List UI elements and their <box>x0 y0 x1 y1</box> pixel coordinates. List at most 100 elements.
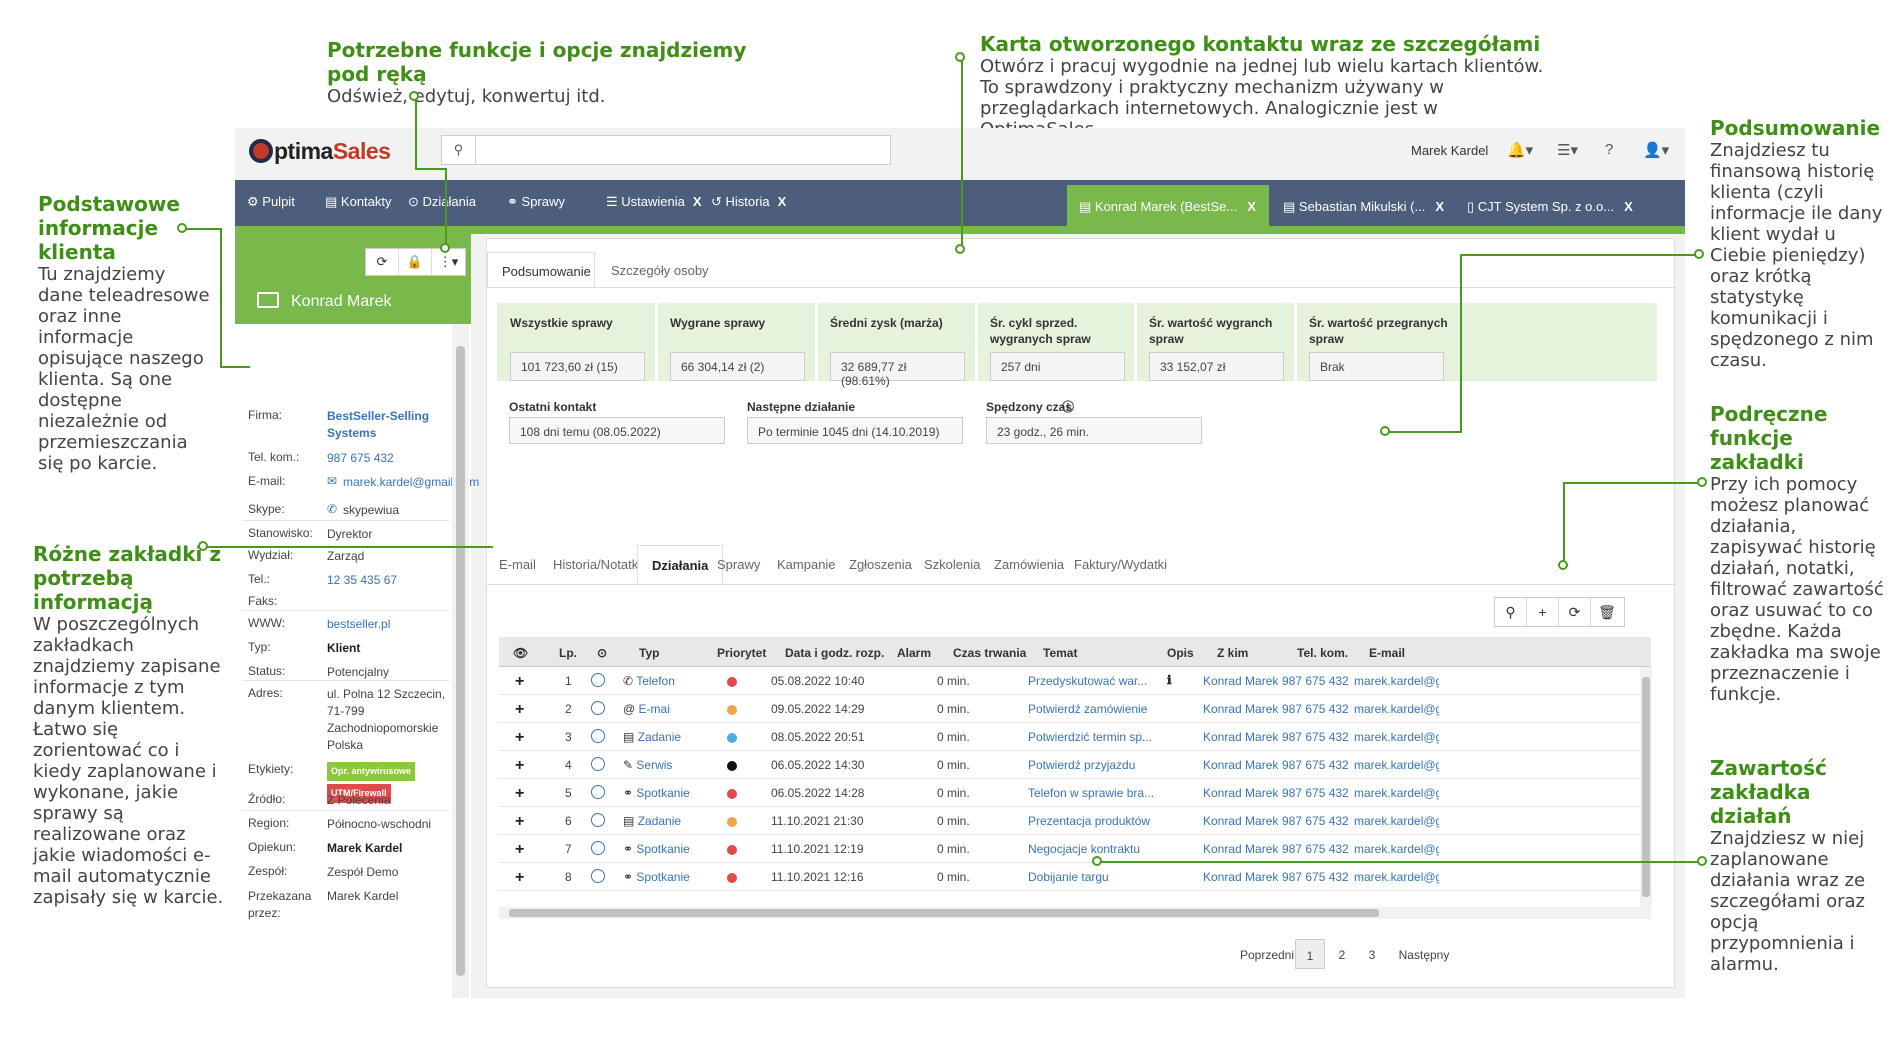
col-email[interactable]: E-mail <box>1369 646 1405 660</box>
table-row[interactable]: + 5 ⚭ Spotkanie 06.05.2022 14:28 0 min. … <box>499 779 1639 807</box>
col-temat[interactable]: Temat <box>1043 646 1077 660</box>
col-z-kim[interactable]: Z kim <box>1217 646 1248 660</box>
table-hscroll-thumb[interactable] <box>509 909 1379 917</box>
more-options-icon[interactable]: ⋮▾ <box>432 249 465 275</box>
tab-3[interactable]: Sprawy <box>717 545 760 585</box>
add-icon[interactable]: + <box>1527 598 1559 626</box>
row-who[interactable]: Konrad Marek <box>1203 702 1278 716</box>
table-hscroll[interactable] <box>499 907 1651 919</box>
bell-icon[interactable]: 🔔▾ <box>1507 141 1533 159</box>
contact-value-6[interactable]: 12 35 435 67 <box>327 572 449 589</box>
pagination-page-1[interactable]: 1 <box>1295 939 1325 969</box>
refresh-icon[interactable]: ⟳ <box>366 249 399 275</box>
row-check[interactable] <box>591 701 605 718</box>
expand-icon[interactable]: + <box>515 869 524 887</box>
status-circle-icon[interactable] <box>591 841 605 855</box>
refresh-icon[interactable]: ⟳ <box>1559 598 1591 626</box>
row-type[interactable]: ✆ Telefon <box>623 674 675 688</box>
row-tel[interactable]: 987 675 432 <box>1282 842 1349 856</box>
tab-podsumowanie[interactable]: Podsumowanie <box>487 252 595 288</box>
help-icon[interactable]: ? <box>1605 141 1613 158</box>
col-czas[interactable]: Czas trwania <box>953 646 1026 660</box>
pagination-next[interactable]: Następny <box>1389 939 1459 969</box>
row-tel[interactable]: 987 675 432 <box>1282 730 1349 744</box>
row-who[interactable]: Konrad Marek <box>1203 730 1278 744</box>
close-icon[interactable]: X <box>778 194 787 209</box>
row-type[interactable]: ⚭ Spotkanie <box>623 870 690 884</box>
expand-icon[interactable]: + <box>515 701 524 719</box>
row-type[interactable]: ▤ Zadanie <box>623 814 681 828</box>
expand-icon[interactable]: + <box>515 841 524 859</box>
status-circle-icon[interactable] <box>591 869 605 883</box>
close-icon[interactable]: X <box>1624 199 1633 214</box>
row-tel[interactable]: 987 675 432 <box>1282 870 1349 884</box>
row-type[interactable]: ▤ Zadanie <box>623 730 681 744</box>
row-type[interactable]: @ E-mai <box>623 702 670 716</box>
row-type[interactable]: ⚭ Spotkanie <box>623 842 690 856</box>
expand-icon[interactable]: + <box>515 813 524 831</box>
visibility-icon[interactable]: 👁 <box>513 646 528 660</box>
col-data[interactable]: Data i godz. rozp. <box>785 646 884 660</box>
filter-search-icon[interactable]: ⚲ <box>1495 598 1527 626</box>
row-check[interactable] <box>591 813 605 830</box>
row-mail[interactable]: marek.kardel@gm <box>1354 842 1439 856</box>
search-icon[interactable]: ⚲ <box>442 136 476 164</box>
info-icon[interactable]: ⓘ <box>1062 398 1074 415</box>
col-alarm[interactable]: Alarm <box>897 646 931 660</box>
row-check[interactable] <box>591 673 605 690</box>
nav-item-0[interactable]: ⚙ Pulpit <box>247 194 295 210</box>
row-who[interactable]: Konrad Marek <box>1203 814 1278 828</box>
status-circle-icon[interactable] <box>591 729 605 743</box>
tab-8[interactable]: Faktury/Wydatki <box>1074 545 1167 585</box>
col-tel[interactable]: Tel. kom. <box>1297 646 1348 660</box>
table-vscroll[interactable] <box>1640 667 1652 907</box>
table-row[interactable]: + 4 ✎ Serwis 06.05.2022 14:30 0 min. Pot… <box>499 751 1639 779</box>
row-who[interactable]: Konrad Marek <box>1203 870 1278 884</box>
col-opis[interactable]: Opis <box>1167 646 1194 660</box>
row-check[interactable] <box>591 757 605 774</box>
nav-item-3[interactable]: ⚭ Sprawy <box>507 194 565 210</box>
row-mail[interactable]: marek.kardel@gm <box>1354 702 1439 716</box>
row-tel[interactable]: 987 675 432 <box>1282 702 1349 716</box>
expand-icon[interactable]: + <box>515 757 524 775</box>
nav-item-2[interactable]: ⊙ Działania <box>408 194 476 210</box>
row-check[interactable] <box>591 785 605 802</box>
left-scrollbar[interactable] <box>452 324 469 998</box>
expand-icon[interactable]: + <box>515 785 524 803</box>
row-topic[interactable]: Negocjacje kontraktu <box>1028 842 1158 856</box>
row-check[interactable] <box>591 841 605 858</box>
tab-2[interactable]: Działania <box>637 545 724 585</box>
row-who[interactable]: Konrad Marek <box>1203 786 1278 800</box>
col-typ[interactable]: Typ <box>639 646 659 660</box>
close-icon[interactable]: X <box>693 194 702 209</box>
status-circle-icon[interactable] <box>591 785 605 799</box>
row-mail[interactable]: marek.kardel@gm <box>1354 730 1439 744</box>
row-topic[interactable]: Potwierdź zamówienie <box>1028 702 1158 716</box>
pagination-prev[interactable]: Poprzedni <box>1232 939 1302 969</box>
lock-icon[interactable]: 🔒 <box>399 249 432 275</box>
close-icon[interactable]: X <box>1435 199 1444 214</box>
row-topic[interactable]: Potwierdzić termin sp... <box>1028 730 1158 744</box>
row-desc-icon[interactable]: ℹ <box>1167 673 1172 687</box>
status-circle-icon[interactable] <box>591 701 605 715</box>
nav-item-1[interactable]: ▤ Kontakty <box>325 194 392 210</box>
trash-icon[interactable]: 🗑 <box>1591 598 1623 626</box>
expand-icon[interactable]: + <box>515 729 524 747</box>
left-scrollbar-thumb[interactable] <box>456 346 465 976</box>
optimasales-logo[interactable]: ptimaSales <box>249 138 391 165</box>
status-circle-icon[interactable] <box>591 673 605 687</box>
row-topic[interactable]: Dobijanie targu <box>1028 870 1158 884</box>
card-tab-konrad[interactable]: ▤ Konrad Marek (BestSe... X <box>1067 185 1269 226</box>
card-tab-cjt[interactable]: ▯ CJT System Sp. z o.o... X <box>1455 185 1655 226</box>
row-type[interactable]: ⚭ Spotkanie <box>623 786 690 800</box>
account-icon[interactable]: 👤▾ <box>1643 141 1669 159</box>
table-vscroll-thumb[interactable] <box>1642 677 1650 897</box>
row-who[interactable]: Konrad Marek <box>1203 842 1278 856</box>
contact-value-2[interactable]: marek.kardel@gmail.com <box>327 474 479 491</box>
tab-szczegoly-osoby[interactable]: Szczegóły osoby <box>597 252 723 288</box>
contact-value-0[interactable]: BestSeller-Selling Systems <box>327 408 449 442</box>
row-check[interactable] <box>591 869 605 886</box>
menu-icon[interactable]: ☰▾ <box>1557 141 1578 159</box>
row-type[interactable]: ✎ Serwis <box>623 758 672 772</box>
row-mail[interactable]: marek.kardel@gm <box>1354 870 1439 884</box>
